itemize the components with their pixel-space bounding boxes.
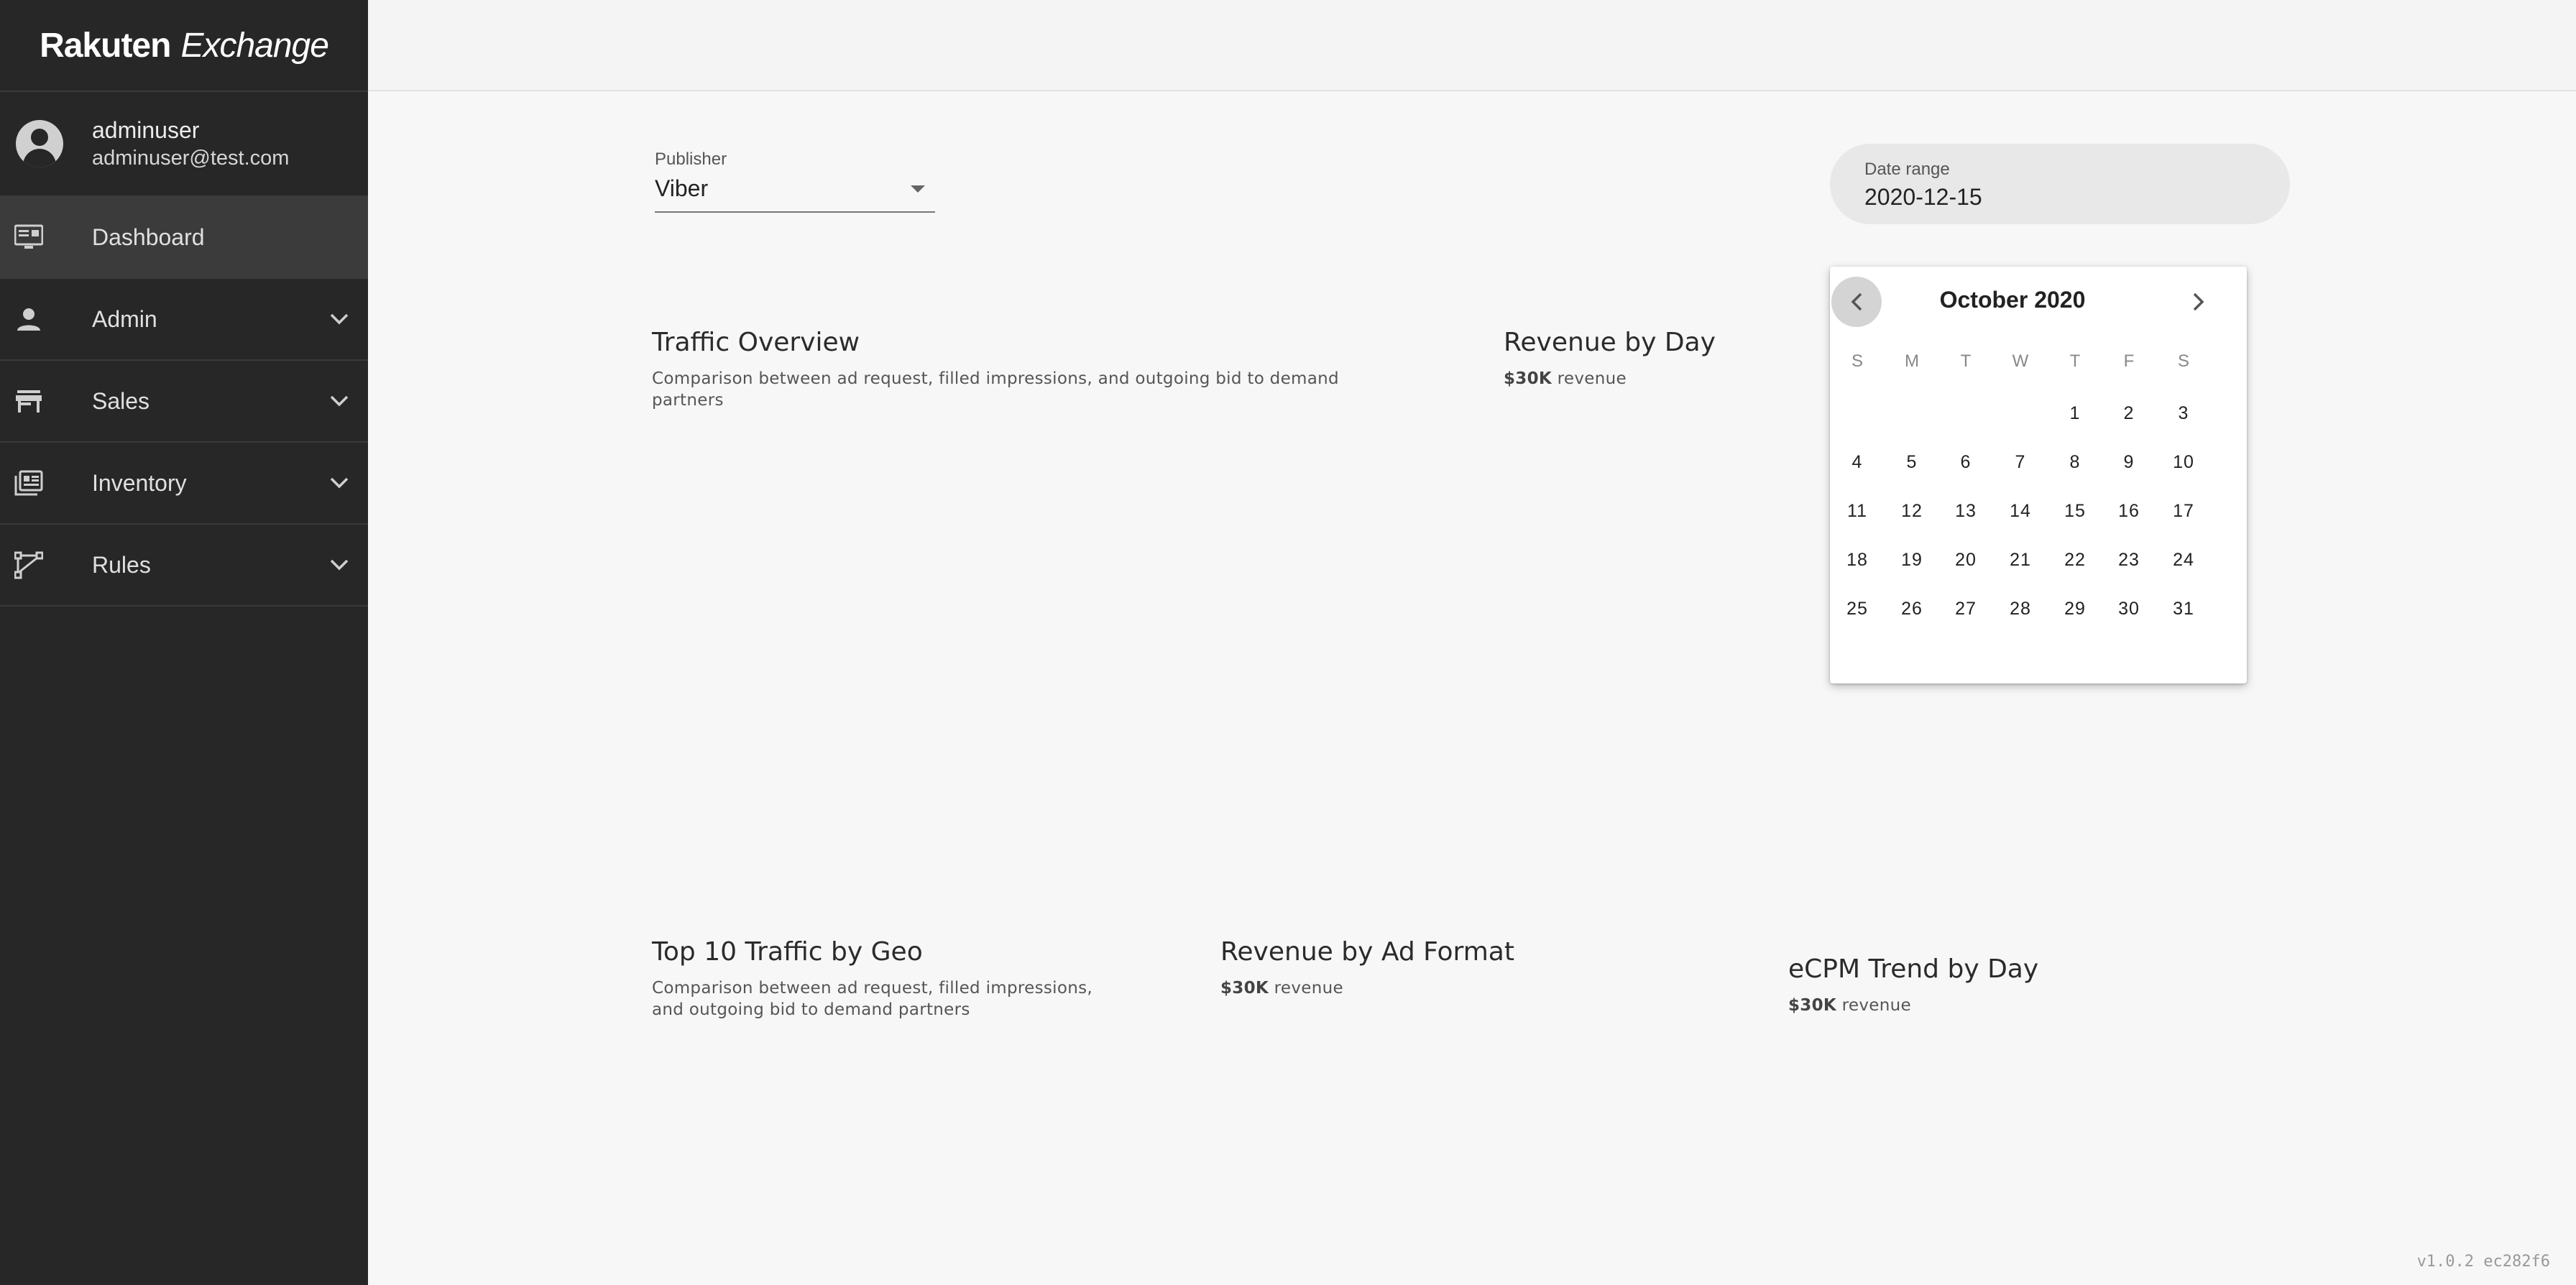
calendar-day[interactable]: 18 [1836, 538, 1879, 581]
calendar-day[interactable]: 9 [2107, 441, 2150, 484]
calendar-day[interactable]: 14 [1999, 489, 2042, 533]
revenue-suffix: revenue [1557, 369, 1627, 388]
branch-icon [13, 549, 45, 581]
logo-text: Rakuten Exchange [40, 26, 329, 65]
date-range-field[interactable]: Date range 2020-12-15 [1830, 144, 2290, 224]
calendar-day[interactable]: 29 [2053, 587, 2097, 630]
avatar-icon [16, 120, 63, 167]
store-icon [13, 385, 45, 417]
revenue-by-day-title: Revenue by Day [1504, 328, 1716, 357]
calendar-day[interactable]: 2 [2107, 392, 2150, 435]
calendar-day[interactable]: 24 [2162, 538, 2205, 581]
calendar-day[interactable]: 31 [2162, 587, 2205, 630]
chevron-right-icon [2193, 293, 2204, 311]
sidebar-item-admin[interactable]: Admin [0, 279, 368, 361]
user-info: adminuser adminuser@test.com [92, 116, 289, 172]
calendar-day[interactable]: 22 [2053, 538, 2097, 581]
user-email: adminuser@test.com [92, 147, 290, 170]
sidebar-item-label: Sales [92, 387, 150, 414]
user-profile[interactable]: adminuser adminuser@test.com [0, 92, 368, 197]
sidebar: Rakuten Exchange adminuser adminuser@test… [0, 0, 368, 1285]
top-geo-subtitle: Comparison between ad request, filled im… [652, 977, 1092, 1021]
sidebar-item-rules[interactable]: Rules [0, 525, 368, 607]
calendar-day[interactable]: 26 [1890, 587, 1933, 630]
revenue-suffix: revenue [1841, 996, 1911, 1015]
revenue-suffix: revenue [1274, 979, 1343, 998]
calendar-day[interactable]: 21 [1999, 538, 2042, 581]
publisher-label: Publisher [655, 149, 727, 169]
revenue-amount: $30K [1788, 996, 1837, 1015]
top-geo-subtitle-line2: and outgoing bid to demand partners [652, 1000, 970, 1019]
monitor-icon [13, 221, 45, 253]
revenue-amount: $30K [1504, 369, 1552, 388]
calendar-day[interactable]: 6 [1944, 441, 1987, 484]
sidebar-item-label: Admin [92, 305, 157, 332]
chevron-down-icon[interactable] [326, 388, 352, 414]
ecpm-trend-subtitle: $30K revenue [1788, 995, 1911, 1016]
ecpm-trend-title: eCPM Trend by Day [1788, 954, 2039, 984]
calendar-day[interactable]: 25 [1836, 587, 1879, 630]
top-geo-subtitle-line1: Comparison between ad request, filled im… [652, 979, 1092, 998]
sidebar-item-label: Dashboard [92, 224, 205, 250]
weekday-header: W [2012, 351, 2029, 371]
weekday-header: T [1960, 351, 1972, 371]
calendar-day[interactable]: 12 [1890, 489, 1933, 533]
chevron-down-icon[interactable] [326, 306, 352, 332]
next-month-button[interactable] [2174, 277, 2224, 327]
weekday-header: S [2177, 351, 2189, 371]
sidebar-item-inventory[interactable]: Inventory [0, 443, 368, 525]
sidebar-item-sales[interactable]: Sales [0, 361, 368, 443]
calendar-day[interactable]: 27 [1944, 587, 1987, 630]
traffic-overview-subtitle: Comparison between ad request, filled im… [652, 369, 1339, 410]
calendar-day[interactable]: 16 [2107, 489, 2150, 533]
calendar-day[interactable]: 30 [2107, 587, 2150, 630]
calendar-day[interactable]: 3 [2162, 392, 2205, 435]
date-range-label: Date range [1864, 160, 1950, 179]
sidebar-item-dashboard[interactable]: Dashboard [0, 197, 368, 279]
version-label: v1.0.2 ec282f6 [2416, 1253, 2550, 1271]
calendar-month-label: October 2020 [1939, 287, 2086, 313]
calendar-day[interactable]: 19 [1890, 538, 1933, 581]
calendar-day[interactable]: 23 [2107, 538, 2150, 581]
weekday-header: M [1905, 351, 1919, 371]
calendar-day[interactable]: 5 [1890, 441, 1933, 484]
chevron-down-icon[interactable] [326, 470, 352, 496]
weekday-header: S [1851, 351, 1863, 371]
weekday-header: F [2123, 351, 2135, 371]
calendar-day[interactable]: 17 [2162, 489, 2205, 533]
top-bar [368, 0, 2576, 91]
person-icon [13, 303, 45, 335]
top-geo-title: Top 10 Traffic by Geo [652, 937, 923, 967]
sidebar-item-label: Rules [92, 551, 151, 578]
date-range-value: 2020-12-15 [1864, 184, 1982, 210]
publisher-select[interactable]: Publisher Viber [655, 147, 935, 213]
calendar-day[interactable]: 13 [1944, 489, 1987, 533]
calendar-day[interactable]: 28 [1999, 587, 2042, 630]
weekday-header: T [2069, 351, 2081, 371]
dropdown-caret-icon [911, 185, 925, 193]
calendar-day[interactable]: 7 [1999, 441, 2042, 484]
calendar-day[interactable]: 10 [2162, 441, 2205, 484]
calendar-day[interactable]: 15 [2053, 489, 2097, 533]
revenue-by-day-subtitle: $30K revenue [1504, 368, 1627, 390]
traffic-overview-title: Traffic Overview [652, 328, 860, 357]
revenue-amount: $30K [1220, 979, 1269, 998]
calendar-day[interactable]: 1 [2053, 392, 2097, 435]
sidebar-item-label: Inventory [92, 469, 187, 496]
chevron-down-icon[interactable] [326, 552, 352, 578]
revenue-ad-format-title: Revenue by Ad Format [1220, 937, 1514, 967]
publisher-value: Viber [655, 175, 709, 201]
date-picker-popup: October 2020 S M T W T F S 1 2 3 4 5 6 7 8 9 10 11 12 13 14 1… [1830, 267, 2247, 683]
calendar-day[interactable]: 4 [1836, 441, 1879, 484]
app-logo[interactable]: Rakuten Exchange [0, 0, 368, 92]
calendar-day[interactable]: 20 [1944, 538, 1987, 581]
calendar-day[interactable]: 11 [1836, 489, 1879, 533]
revenue-ad-format-subtitle: $30K revenue [1220, 977, 1343, 999]
calendar-day[interactable]: 8 [2053, 441, 2097, 484]
user-name: adminuser [92, 117, 200, 143]
inventory-icon [13, 467, 45, 499]
